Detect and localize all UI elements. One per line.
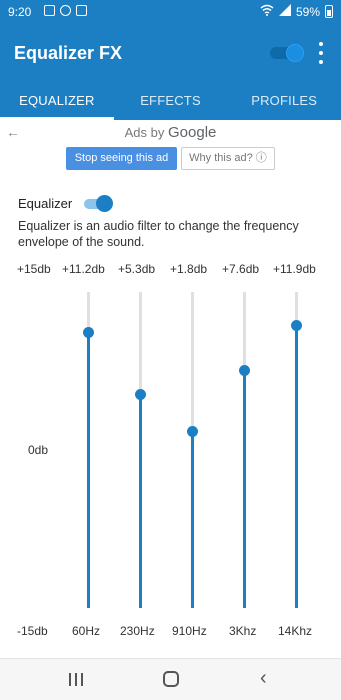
ad-banner: ← Ads by Google Stop seeing this ad Why … [0, 120, 341, 176]
recent-apps-icon[interactable] [69, 673, 83, 686]
slider-knob[interactable] [291, 320, 302, 331]
band-frequency-label: 910Hz [172, 624, 207, 638]
band-slider-910hz[interactable] [185, 292, 199, 608]
tab-profiles[interactable]: PROFILES [227, 84, 341, 120]
band-gain-label: +5.3db [118, 262, 156, 276]
tab-equalizer[interactable]: EQUALIZER [0, 84, 114, 120]
ads-by-label: Ads by Google [0, 124, 341, 141]
slider-knob[interactable] [83, 327, 94, 338]
google-logo: Google [168, 124, 217, 141]
equalizer-toggle[interactable] [84, 195, 113, 213]
slider-knob[interactable] [135, 389, 146, 400]
min-db-label: -15db [17, 624, 48, 638]
home-icon[interactable] [163, 671, 179, 687]
app-title: Equalizer FX [14, 43, 123, 63]
tab-bar: EQUALIZER EFFECTS PROFILES [0, 84, 341, 120]
master-toggle[interactable] [270, 44, 304, 62]
app-bar: Equalizer FX [0, 24, 341, 84]
why-this-ad-button[interactable]: Why this ad? ⓘ [181, 147, 275, 170]
equalizer-label: Equalizer [18, 196, 73, 211]
band-gain-label: +7.6db [222, 262, 260, 276]
band-frequency-label: 230Hz [120, 624, 155, 638]
battery-icon [325, 5, 333, 18]
equalizer-toggle-thumb [96, 195, 113, 212]
band-slider-60hz[interactable] [81, 292, 95, 608]
band-gain-label: +11.2db [62, 262, 105, 276]
band-slider-14khz[interactable] [289, 292, 303, 608]
signal-icon [278, 4, 291, 19]
slider-fill [139, 394, 142, 608]
status-time: 9:20 [8, 5, 32, 19]
status-right-icons: 59% [260, 4, 333, 19]
equalizer-description: Equalizer is an audio filter to change t… [18, 219, 299, 249]
wifi-icon [260, 4, 274, 19]
tab-effects[interactable]: EFFECTS [114, 84, 228, 120]
more-vert-icon[interactable] [316, 42, 326, 64]
status-notification-icons [44, 5, 87, 16]
max-db-label: +15db [17, 262, 51, 276]
band-gain-labels: +15db +11.2db +5.3db +1.8db +7.6db +11.9… [0, 262, 341, 278]
band-slider-230hz[interactable] [133, 292, 147, 608]
messenger-icon [60, 5, 71, 16]
slider-knob[interactable] [187, 426, 198, 437]
slider-fill [87, 332, 90, 608]
slider-fill [243, 370, 246, 608]
stop-seeing-ad-button[interactable]: Stop seeing this ad [66, 147, 177, 170]
band-gain-label: +1.8db [170, 262, 208, 276]
slider-knob[interactable] [239, 365, 250, 376]
system-nav-bar: ‹ [0, 658, 341, 700]
status-bar: 9:20 59% [0, 0, 341, 24]
band-frequency-label: 3Khz [229, 624, 257, 638]
band-frequency-label: 14Khz [278, 624, 313, 638]
zero-db-label: 0db [28, 443, 49, 457]
band-frequency-labels: -15db 60Hz 230Hz 910Hz 3Khz 14Khz [0, 624, 341, 640]
battery-percent: 59% [295, 4, 320, 19]
band-gain-label: +11.9db [273, 262, 316, 276]
master-toggle-thumb [286, 44, 304, 62]
slider-fill [191, 431, 194, 608]
band-slider-3khz[interactable] [237, 292, 251, 608]
back-icon[interactable]: ‹ [260, 668, 278, 688]
sync-icon [76, 5, 87, 16]
notification-icon [44, 5, 55, 16]
band-sliders [0, 280, 341, 620]
band-frequency-label: 60Hz [72, 624, 101, 638]
slider-fill [295, 325, 298, 608]
ads-by-text: Ads by [124, 125, 165, 140]
